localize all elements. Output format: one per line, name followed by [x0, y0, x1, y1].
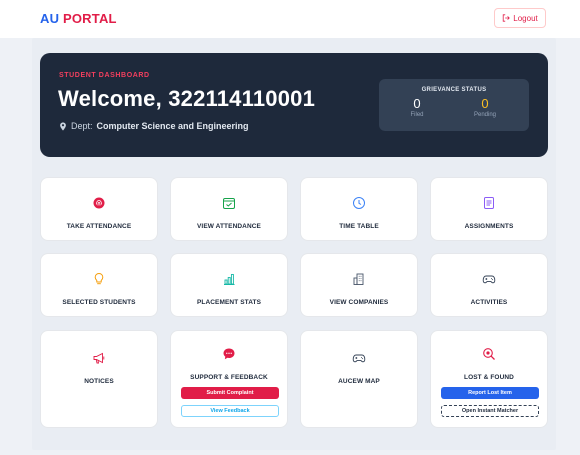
card-selected-students[interactable]: SELECTED STUDENTS — [40, 253, 158, 317]
dashboard-eyebrow: STUDENT DASHBOARD — [59, 72, 150, 79]
pending-label: Pending — [473, 112, 497, 118]
welcome-title: Welcome, 322114110001 — [58, 86, 316, 111]
card-lost-found[interactable]: LOST & FOUND Report Lost Item Open Insta… — [430, 330, 548, 428]
dept-prefix: Dept: — [71, 121, 93, 131]
card-label: VIEW COMPANIES — [329, 299, 389, 306]
view-feedback-button[interactable]: View Feedback — [181, 405, 279, 417]
grievance-status-panel: GRIEVANCE STATUS 0 Filed 0 Pending — [379, 79, 529, 131]
card-label: TAKE ATTENDANCE — [66, 223, 132, 230]
gamepad-icon — [481, 271, 497, 287]
card-view-attendance[interactable]: VIEW ATTENDANCE — [170, 177, 288, 241]
search-icon — [481, 346, 497, 362]
gamepad-icon — [351, 350, 367, 366]
card-label: PLACEMENT STATS — [196, 299, 262, 306]
bar-chart-icon — [221, 271, 237, 287]
brand-logo[interactable]: AU PORTAL — [40, 11, 117, 26]
logout-button[interactable]: Logout — [494, 8, 546, 28]
card-support-feedback[interactable]: SUPPORT & FEEDBACK Submit Complaint View… — [170, 330, 288, 428]
card-take-attendance[interactable]: TAKE ATTENDANCE — [40, 177, 158, 241]
card-label: ASSIGNMENTS — [464, 223, 514, 230]
department-line: Dept: Computer Science and Engineering — [59, 121, 249, 131]
dept-value: Computer Science and Engineering — [96, 121, 249, 131]
grievance-pending: 0 Pending — [455, 96, 515, 118]
card-assignments[interactable]: ASSIGNMENTS — [430, 177, 548, 241]
logout-label: Logout — [513, 13, 538, 23]
grievance-title: GRIEVANCE STATUS — [421, 87, 487, 93]
card-label: ACTIVITIES — [470, 299, 508, 306]
submit-complaint-button[interactable]: Submit Complaint — [181, 387, 279, 399]
logout-icon — [503, 14, 511, 22]
building-icon — [351, 271, 367, 287]
open-instant-matcher-button[interactable]: Open Instant Matcher — [441, 405, 539, 417]
report-lost-item-button[interactable]: Report Lost Item — [441, 387, 539, 399]
card-label: SELECTED STUDENTS — [62, 299, 136, 306]
brand-portal: PORTAL — [63, 11, 117, 26]
filed-count: 0 — [413, 96, 421, 111]
welcome-banner: STUDENT DASHBOARD Welcome, 322114110001 … — [40, 53, 548, 157]
megaphone-icon — [91, 350, 107, 366]
fingerprint-icon — [91, 195, 107, 211]
card-label: SUPPORT & FEEDBACK — [190, 374, 268, 381]
brand-au: AU — [40, 11, 60, 26]
clock-icon — [351, 195, 367, 211]
card-label: NOTICES — [84, 378, 114, 385]
card-label: TIME TABLE — [339, 223, 379, 230]
location-pin-icon — [60, 121, 66, 131]
card-label: VIEW ATTENDANCE — [197, 223, 261, 230]
card-placement-stats[interactable]: PLACEMENT STATS — [170, 253, 288, 317]
card-notices[interactable]: NOTICES — [40, 330, 158, 428]
filed-label: Filed — [410, 112, 424, 118]
pending-count: 0 — [481, 96, 489, 111]
card-view-companies[interactable]: VIEW COMPANIES — [300, 253, 418, 317]
card-label: LOST & FOUND — [464, 374, 514, 381]
top-bar: AU PORTAL Logout — [0, 0, 580, 38]
card-time-table[interactable]: TIME TABLE — [300, 177, 418, 241]
calendar-check-icon — [221, 195, 237, 211]
card-label: AUCEW MAP — [338, 378, 380, 385]
card-aucew-map[interactable]: AUCEW MAP — [300, 330, 418, 428]
document-icon — [481, 195, 497, 211]
lightbulb-icon — [91, 271, 107, 287]
chat-bubble-icon — [221, 346, 237, 362]
grievance-filed: 0 Filed — [387, 96, 447, 118]
card-activities[interactable]: ACTIVITIES — [430, 253, 548, 317]
